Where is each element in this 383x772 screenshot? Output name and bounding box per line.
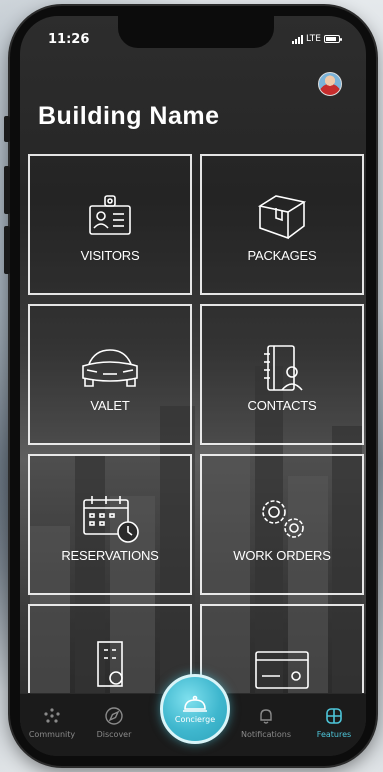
signal-icon [292, 34, 304, 44]
features-grid-icon [326, 708, 342, 724]
package-box-icon [257, 195, 307, 240]
avatar[interactable] [318, 72, 342, 96]
status-time: 11:26 [48, 32, 90, 47]
tab-notifications[interactable]: Notifications [236, 706, 296, 739]
tab-label: Community [28, 730, 76, 739]
compass-icon [105, 707, 123, 725]
contacts-book-icon [264, 345, 303, 391]
bell-icon [260, 709, 272, 724]
mute-switch [4, 116, 10, 142]
volume-up-button [4, 166, 10, 214]
calendar-clock-icon [83, 496, 139, 543]
tile-label: WORK ORDERS [233, 548, 331, 563]
status-indicators: LTE [292, 34, 342, 44]
tab-features[interactable]: Features [304, 706, 364, 739]
volume-down-button [4, 226, 10, 274]
tile-label: CONTACTS [247, 398, 317, 413]
battery-icon [324, 35, 342, 43]
concierge-label: Concierge [174, 714, 216, 724]
notch [118, 16, 274, 48]
id-badge-icon [89, 195, 131, 235]
gears-icon [262, 500, 304, 538]
app-screen: 11:26 LTE Building Name VISITORS PACKAGE… [20, 16, 366, 756]
tile-valet[interactable]: VALET [28, 304, 192, 445]
tab-label: Notifications [240, 730, 292, 739]
tab-community[interactable]: Community [22, 706, 82, 739]
tab-discover[interactable]: Discover [84, 706, 144, 739]
community-icon [44, 708, 60, 723]
tile-label: PACKAGES [247, 248, 317, 263]
tile-label: VALET [90, 398, 130, 413]
carrier-label: LTE [306, 34, 321, 44]
tile-packages[interactable]: PACKAGES [200, 154, 364, 295]
card-icon [255, 651, 309, 689]
tile-work-orders[interactable]: WORK ORDERS [200, 454, 364, 595]
tile-contacts[interactable]: CONTACTS [200, 304, 364, 445]
building-icon [97, 641, 123, 687]
tile-visitors[interactable]: VISITORS [28, 154, 192, 295]
car-icon [82, 349, 138, 387]
page-title: Building Name [38, 102, 220, 130]
tab-label: Features [316, 730, 352, 739]
tile-label: VISITORS [80, 248, 140, 263]
tab-label: Discover [96, 730, 132, 739]
tile-reservations[interactable]: RESERVATIONS [28, 454, 192, 595]
phone-frame: 11:26 LTE Building Name VISITORS PACKAGE… [4, 6, 376, 766]
cloche-icon [183, 695, 207, 712]
tile-label: RESERVATIONS [61, 548, 159, 563]
concierge-button[interactable]: Concierge [160, 674, 230, 744]
